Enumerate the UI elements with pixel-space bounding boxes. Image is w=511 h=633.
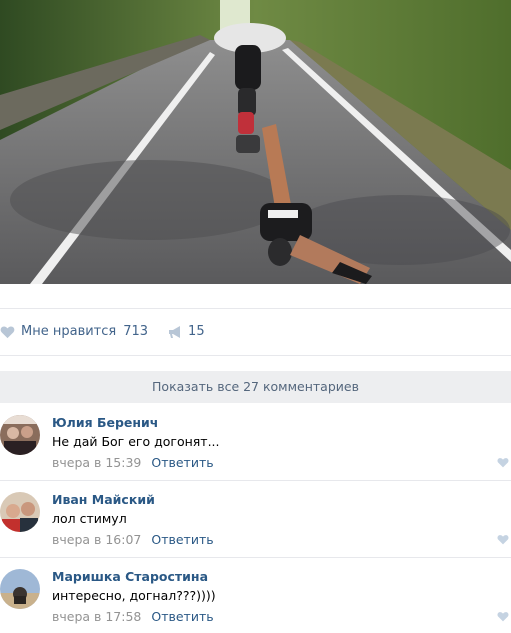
share-button[interactable]: 15 bbox=[168, 324, 205, 339]
comment-meta: вчера в 17:58 Ответить bbox=[52, 609, 214, 624]
comment-item: Маришка Старостина интересно, догнал???)… bbox=[0, 557, 511, 633]
divider bbox=[0, 355, 511, 356]
post-photo[interactable] bbox=[0, 0, 511, 284]
comment-author[interactable]: Юлия Беренич bbox=[52, 415, 158, 430]
like-label: Мне нравится bbox=[21, 324, 117, 339]
avatar[interactable] bbox=[0, 415, 40, 455]
heart-icon[interactable] bbox=[497, 534, 509, 545]
comment-meta: вчера в 16:07 Ответить bbox=[52, 532, 214, 547]
comment-time[interactable]: вчера в 17:58 bbox=[52, 609, 141, 624]
post-actions: Мне нравится 713 15 bbox=[0, 309, 511, 354]
heart-icon[interactable] bbox=[497, 457, 509, 468]
like-count: 713 bbox=[123, 324, 149, 339]
heart-icon[interactable] bbox=[497, 611, 509, 622]
comment-author[interactable]: Маришка Старостина bbox=[52, 569, 208, 584]
comment-item: Юлия Беренич Не дай Бог его догонят... в… bbox=[0, 403, 511, 479]
reply-link[interactable]: Ответить bbox=[151, 609, 213, 624]
comment-time[interactable]: вчера в 15:39 bbox=[52, 455, 141, 470]
comment-author[interactable]: Иван Майский bbox=[52, 492, 155, 507]
comment-time[interactable]: вчера в 16:07 bbox=[52, 532, 141, 547]
comment-meta: вчера в 15:39 Ответить bbox=[52, 455, 214, 470]
avatar[interactable] bbox=[0, 492, 40, 532]
comment-item: Иван Майский лол стимул вчера в 16:07 От… bbox=[0, 480, 511, 556]
show-all-comments-button[interactable]: Показать все 27 комментариев bbox=[0, 371, 511, 403]
comment-text: интересно, догнал???)))) bbox=[52, 588, 216, 603]
reply-link[interactable]: Ответить bbox=[151, 455, 213, 470]
share-count: 15 bbox=[188, 324, 205, 339]
avatar[interactable] bbox=[0, 569, 40, 609]
comment-text: Не дай Бог его догонят... bbox=[52, 434, 220, 449]
megaphone-icon bbox=[169, 325, 181, 338]
heart-icon bbox=[0, 325, 15, 338]
reply-link[interactable]: Ответить bbox=[151, 532, 213, 547]
comment-text: лол стимул bbox=[52, 511, 127, 526]
like-button[interactable]: Мне нравится 713 bbox=[0, 324, 148, 339]
